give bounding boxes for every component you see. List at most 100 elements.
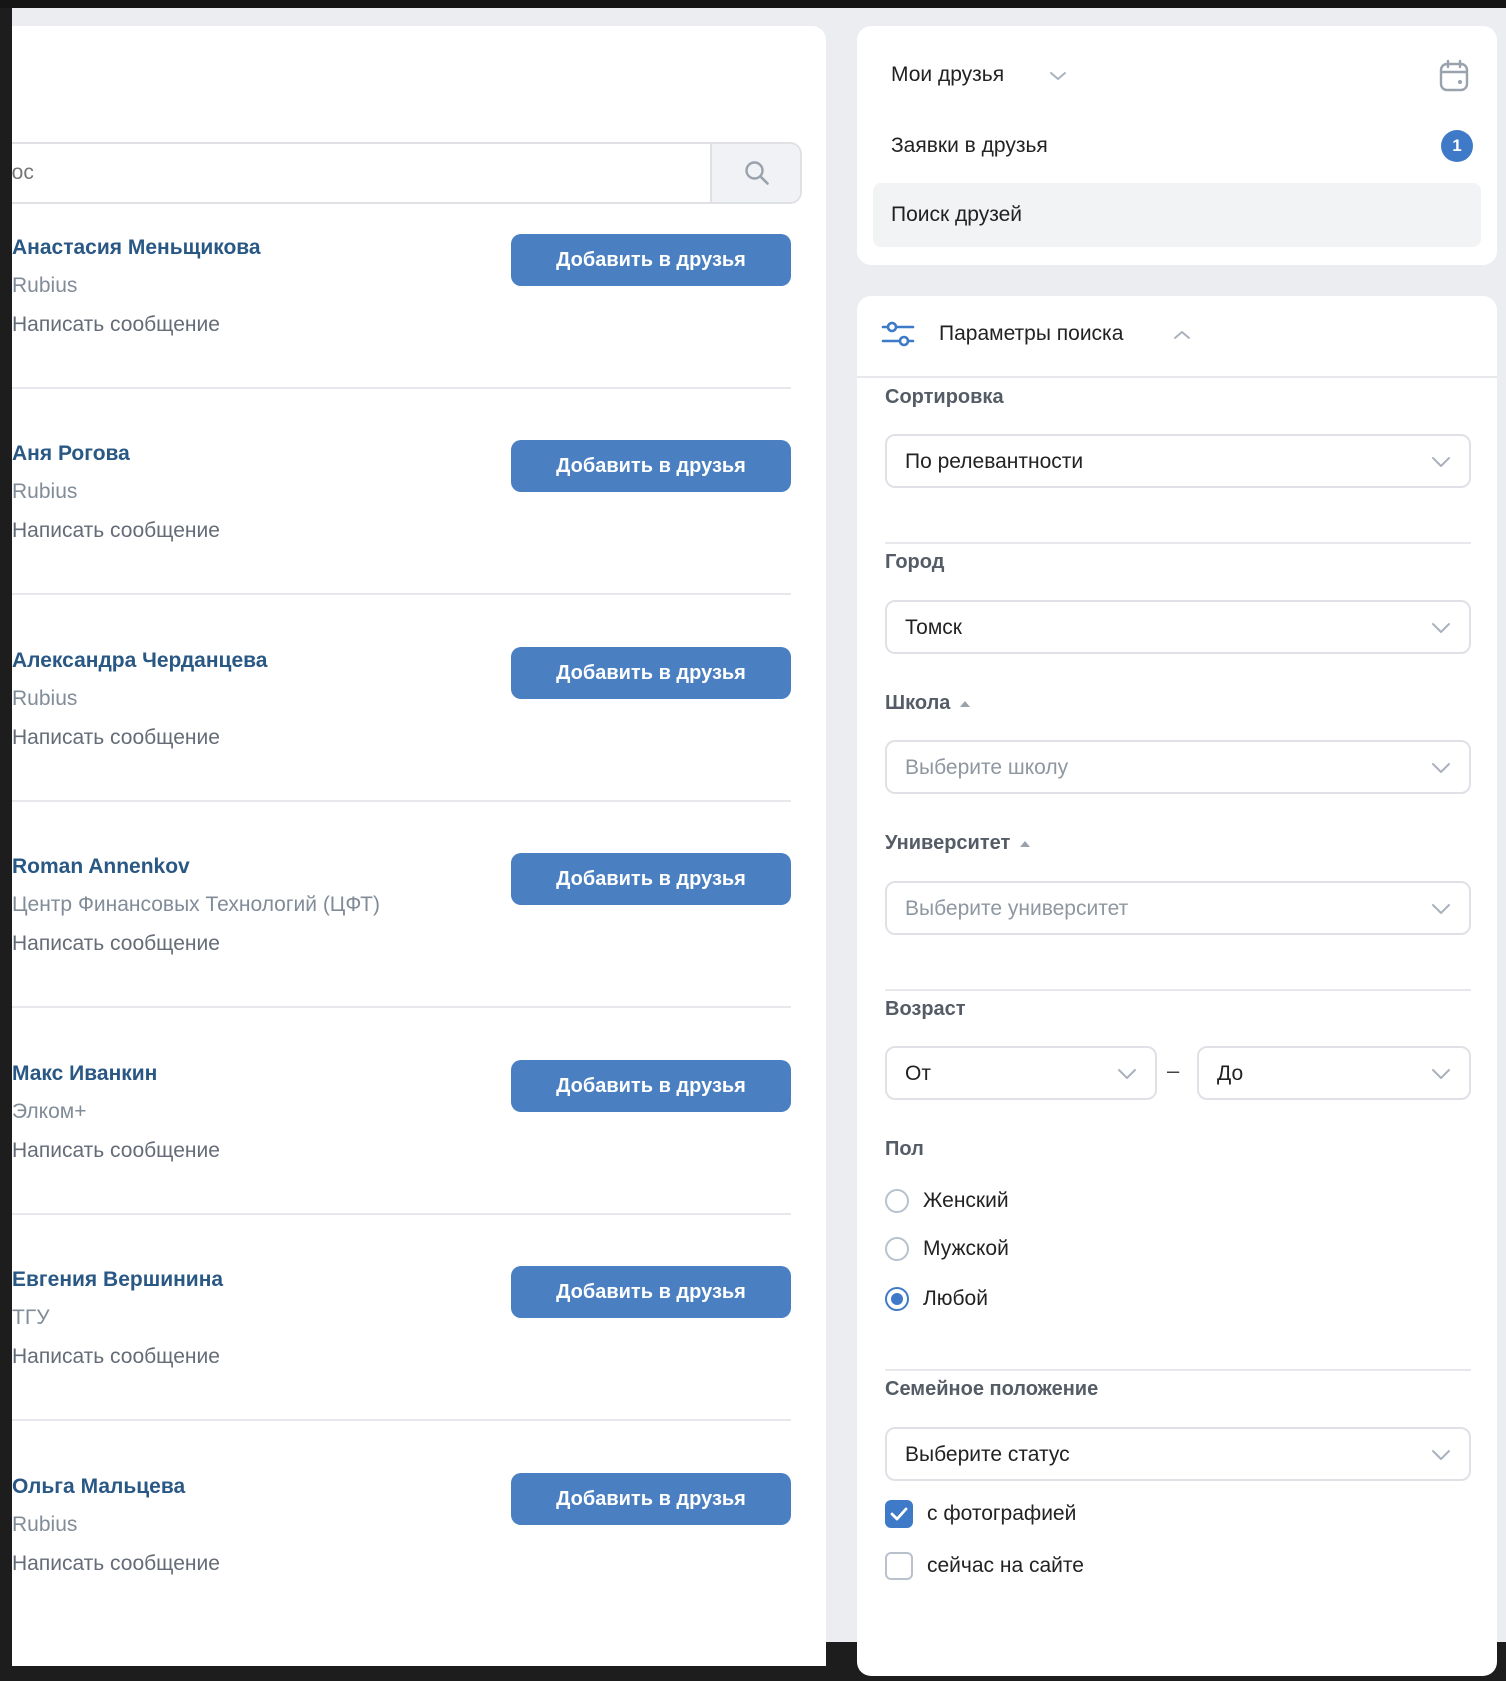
search-input[interactable] (12, 144, 700, 202)
university-label[interactable]: Университет (885, 832, 1031, 855)
write-message-link[interactable]: Написать сообщение (12, 1345, 220, 1369)
requests-count-badge: 1 (1441, 130, 1473, 162)
age-label: Возраст (885, 998, 966, 1020)
chevron-down-icon (1432, 1450, 1450, 1460)
write-message-link[interactable]: Написать сообщение (12, 1552, 220, 1576)
person-name[interactable]: Евгения Вершинина (12, 1268, 223, 1292)
chevron-up-icon (1174, 331, 1190, 339)
filters-header[interactable]: Параметры поиска (857, 296, 1497, 378)
menu-item-label: Поиск друзей (891, 203, 1023, 226)
divider (12, 593, 791, 595)
radio-button[interactable] (885, 1189, 909, 1213)
divider (885, 989, 1471, 991)
chevron-down-icon (1050, 72, 1066, 80)
city-label: Город (885, 551, 945, 573)
person-organization: ТГУ (12, 1306, 50, 1329)
search-bar (12, 142, 802, 204)
search-filters-card: Параметры поиска Сортировка По релевантн… (857, 296, 1497, 1676)
divider (12, 1419, 791, 1421)
divider (12, 800, 791, 802)
radio-label: Любой (923, 1287, 988, 1310)
menu-item-label: Заявки в друзья (891, 134, 1048, 157)
person-organization: Центр Финансовых Технологий (ЦФТ) (12, 893, 380, 916)
online-now-checkbox[interactable] (885, 1552, 913, 1580)
add-friend-button[interactable]: Добавить в друзья (511, 1060, 791, 1112)
add-friend-button[interactable]: Добавить в друзья (511, 1473, 791, 1525)
menu-item-my-friends[interactable]: Мои друзья (873, 43, 1481, 107)
sliders-icon (881, 321, 915, 347)
person-organization: Rubius (12, 480, 78, 503)
menu-item-friend-requests[interactable]: Заявки в друзья 1 (873, 114, 1481, 178)
chevron-down-icon (1432, 1069, 1450, 1079)
add-friend-button[interactable]: Добавить в друзья (511, 1266, 791, 1318)
filters-title: Параметры поиска (939, 322, 1124, 345)
chevron-down-icon (1118, 1069, 1136, 1079)
divider (12, 1006, 791, 1008)
chevron-down-icon (1432, 763, 1450, 773)
person-name[interactable]: Александра Черданцева (12, 649, 267, 673)
collapse-arrow-icon (1020, 840, 1031, 847)
radio-label: Женский (923, 1189, 1009, 1212)
search-button[interactable] (710, 144, 800, 202)
age-from-select[interactable]: От (885, 1046, 1157, 1100)
sort-label: Сортировка (885, 386, 1004, 408)
age-to-select[interactable]: До (1197, 1046, 1471, 1100)
divider (885, 1369, 1471, 1371)
with-photo-checkbox[interactable] (885, 1500, 913, 1528)
write-message-link[interactable]: Написать сообщение (12, 726, 220, 750)
divider (12, 387, 791, 389)
city-select-value: Томск (905, 616, 962, 639)
person-name[interactable]: Макс Иванкин (12, 1062, 157, 1086)
search-results-card: Анастасия Меньщикова Rubius Написать соо… (12, 26, 826, 1666)
school-select-placeholder: Выберите школу (905, 756, 1069, 779)
menu-item-label: Мои друзья (891, 63, 1005, 86)
age-to-value: До (1217, 1062, 1244, 1085)
collapse-arrow-icon (960, 700, 971, 707)
gender-label: Пол (885, 1138, 924, 1160)
radio-label: Мужской (923, 1237, 1009, 1260)
university-select[interactable]: Выберите университет (885, 881, 1471, 935)
sort-select[interactable]: По релевантности (885, 434, 1471, 488)
radio-button[interactable] (885, 1287, 909, 1311)
write-message-link[interactable]: Написать сообщение (12, 313, 220, 337)
person-name[interactable]: Анастасия Меньщикова (12, 236, 261, 260)
add-friend-button[interactable]: Добавить в друзья (511, 853, 791, 905)
school-label-text: Школа (885, 692, 951, 714)
list-item: Евгения Вершинина ТГУ Написать сообщение… (12, 1266, 802, 1474)
menu-item-find-friends[interactable]: Поиск друзей (873, 183, 1481, 247)
divider (885, 542, 1471, 544)
calendar-icon[interactable] (1438, 59, 1470, 93)
write-message-link[interactable]: Написать сообщение (12, 1139, 220, 1163)
divider (12, 1213, 791, 1215)
person-organization: Элком+ (12, 1100, 87, 1123)
friends-menu-card: Мои друзья Заявки в друзья 1 Поиск друзе… (857, 26, 1497, 265)
write-message-link[interactable]: Написать сообщение (12, 519, 220, 543)
person-name[interactable]: Аня Рогова (12, 442, 130, 466)
radio-button[interactable] (885, 1237, 909, 1261)
write-message-link[interactable]: Написать сообщение (12, 932, 220, 956)
university-select-placeholder: Выберите университет (905, 897, 1129, 920)
list-item: Аня Рогова Rubius Написать сообщение Доб… (12, 440, 802, 648)
school-label[interactable]: Школа (885, 692, 971, 715)
chevron-down-icon (1432, 623, 1450, 633)
school-select[interactable]: Выберите школу (885, 740, 1471, 794)
chevron-down-icon (1432, 457, 1450, 467)
list-item: Макс Иванкин Элком+ Написать сообщение Д… (12, 1060, 802, 1268)
city-select[interactable]: Томск (885, 600, 1471, 654)
family-status-label: Семейное положение (885, 1378, 1099, 1400)
list-item: Ольга Мальцева Rubius Написать сообщение… (12, 1473, 802, 1681)
person-name[interactable]: Ольга Мальцева (12, 1475, 185, 1499)
sort-select-value: По релевантности (905, 450, 1084, 473)
person-organization: Rubius (12, 1513, 78, 1536)
checkmark-icon (890, 1507, 908, 1521)
university-label-text: Университет (885, 832, 1011, 854)
window-backdrop (0, 0, 1506, 8)
add-friend-button[interactable]: Добавить в друзья (511, 440, 791, 492)
add-friend-button[interactable]: Добавить в друзья (511, 234, 791, 286)
age-from-value: От (905, 1062, 931, 1085)
list-item: Roman Annenkov Центр Финансовых Технолог… (12, 853, 802, 1061)
person-name[interactable]: Roman Annenkov (12, 855, 190, 879)
family-status-select[interactable]: Выберите статус (885, 1427, 1471, 1481)
add-friend-button[interactable]: Добавить в друзья (511, 647, 791, 699)
list-item: Анастасия Меньщикова Rubius Написать соо… (12, 234, 802, 442)
